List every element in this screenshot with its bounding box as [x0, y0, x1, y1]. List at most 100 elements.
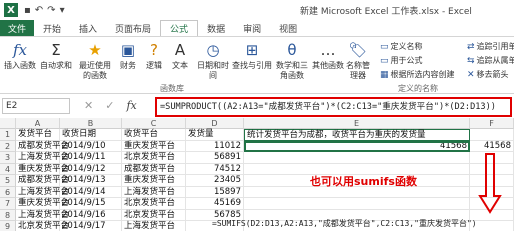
recent-functions-button[interactable]: ★ 最近使用的函数	[76, 39, 114, 81]
table-cell[interactable]: 北京发货平台	[122, 152, 186, 164]
financial-button[interactable]: ▣ 财务	[118, 39, 138, 71]
column-header-f[interactable]: F	[470, 118, 514, 129]
table-cell[interactable]: 23405	[186, 175, 244, 187]
create-from-selection-icon: ▦	[380, 69, 389, 80]
column-header-b[interactable]: B	[60, 118, 122, 129]
table-cell[interactable]: 发货量	[186, 129, 244, 141]
table-cell[interactable]: 成都发货平台	[16, 140, 69, 152]
tab-formulas[interactable]: 公式	[160, 20, 199, 36]
book-icon: ▣	[120, 41, 136, 59]
table-cell[interactable]: 45169	[186, 198, 244, 210]
tab-data[interactable]: 数据	[198, 20, 234, 36]
row-header[interactable]: 1	[0, 129, 16, 141]
row-header[interactable]: 7	[0, 198, 16, 210]
financial-label: 财务	[120, 61, 136, 70]
logical-button[interactable]: ? 逻辑	[144, 39, 164, 71]
table-cell[interactable]: 发货平台	[16, 129, 60, 141]
table-cell[interactable]: 北京发货平台	[16, 221, 69, 231]
table-cell[interactable]: 重庆发货平台	[122, 175, 186, 187]
table-cell[interactable]: 重庆发货平台	[16, 198, 69, 210]
active-cell[interactable]: 41568	[244, 140, 470, 152]
table-cell[interactable]	[244, 198, 470, 210]
table-cell[interactable]: 11012	[186, 140, 244, 152]
insert-function-button[interactable]: fx 插入函数	[4, 39, 36, 71]
autosum-button[interactable]: Σ 自动求和	[40, 39, 72, 71]
table-cell[interactable]: 15897	[186, 186, 244, 198]
lookup-button[interactable]: ⊞ 查找与引用	[232, 39, 272, 71]
define-name-button[interactable]: ▭ 定义名称	[380, 41, 423, 52]
ribbon-tabs: 文件 开始 插入 页面布局 公式 数据 审阅 视图	[0, 20, 514, 36]
table-cell[interactable]	[470, 129, 514, 141]
down-arrow-icon	[478, 153, 502, 214]
column-header-a[interactable]: A	[16, 118, 60, 129]
customize-icon[interactable]: ▾	[60, 5, 65, 16]
tab-file[interactable]: 文件	[0, 20, 34, 36]
redo-icon[interactable]: ↷	[47, 5, 55, 16]
datetime-button[interactable]: ◷ 日期和时间	[196, 39, 230, 81]
table-cell[interactable]: 成都发货平台	[16, 175, 69, 187]
name-box[interactable]: E2	[2, 98, 70, 114]
name-manager-button[interactable]: 🏷 名称管理器	[340, 39, 376, 81]
row-header[interactable]: 5	[0, 175, 16, 187]
table-cell[interactable]: 2014/9/16	[60, 209, 122, 221]
table-cell[interactable]: 56891	[186, 152, 244, 164]
tab-page-layout[interactable]: 页面布局	[106, 20, 160, 36]
table-cell[interactable]: 统计发货平台为成都，收货平台为重庆的发货量	[244, 129, 470, 141]
sumifs-formula-text: =SUMIFS(D2:D13,A2:A13,"成都发货平台",C2:C13,"重…	[212, 219, 477, 228]
excel-logo-icon: X	[4, 3, 18, 17]
table-cell[interactable]: 上海发货平台	[16, 152, 69, 164]
table-cell[interactable]: 上海发货平台	[122, 186, 186, 198]
column-header-d[interactable]: D	[186, 118, 244, 129]
trace-dependents-button[interactable]: ⇆ 追踪从属单	[467, 55, 514, 66]
text-label: 文本	[172, 61, 188, 70]
table-cell[interactable]: 上海发货平台	[16, 209, 69, 221]
tab-insert[interactable]: 插入	[70, 20, 106, 36]
formula-input[interactable]: =SUMPRODUCT((A2:A13="成都发货平台")*(C2:C13="重…	[155, 97, 512, 117]
table-cell[interactable]: 收货日期	[60, 129, 122, 141]
table-cell[interactable]: 成都发货平台	[122, 163, 186, 175]
tab-home[interactable]: 开始	[34, 20, 70, 36]
table-cell[interactable]	[244, 152, 470, 164]
trace-precedents-button[interactable]: ⇄ 追踪引用单	[467, 41, 514, 52]
table-cell[interactable]: 2014/9/15	[60, 198, 122, 210]
table-cell[interactable]: 2014/9/13	[60, 175, 122, 187]
tab-view[interactable]: 视图	[270, 20, 306, 36]
worksheet-grid[interactable]: A B C D E F 1 发货平台 收货日期 收货平台 发货量 统计发货平台为成都，收货平台为重庆的…	[0, 118, 514, 231]
math-button[interactable]: θ 数学和三角函数	[274, 39, 310, 81]
table-cell[interactable]: 2014/9/17	[60, 221, 122, 231]
undo-icon[interactable]: ↶	[35, 5, 43, 16]
row-header[interactable]: 8	[0, 209, 16, 221]
table-cell[interactable]: 41568	[470, 140, 514, 152]
row-header[interactable]: 3	[0, 152, 16, 164]
table-cell[interactable]: 74512	[186, 163, 244, 175]
table-cell[interactable]: 2014/9/14	[60, 186, 122, 198]
fx-icon[interactable]: fx	[126, 99, 136, 112]
select-all-corner[interactable]	[0, 118, 16, 129]
recent-functions-label: 最近使用的函数	[79, 61, 111, 80]
table-cell[interactable]: 上海发货平台	[16, 186, 69, 198]
table-cell[interactable]: 上海发货平台	[122, 221, 186, 231]
table-cell[interactable]: 2014/9/12	[60, 163, 122, 175]
table-cell[interactable]: 2014/9/11	[60, 152, 122, 164]
row-header[interactable]: 9	[0, 221, 16, 231]
save-icon[interactable]: ▪	[24, 5, 31, 16]
column-header-e[interactable]: E	[244, 118, 470, 129]
table-cell[interactable]: 2014/9/10	[60, 140, 122, 152]
column-header-c[interactable]: C	[122, 118, 186, 129]
create-from-selection-button[interactable]: ▦ 根据所选内容创建	[380, 69, 455, 80]
table-cell[interactable]: 重庆发货平台	[122, 140, 186, 152]
row-header[interactable]: 4	[0, 163, 16, 175]
tab-review[interactable]: 审阅	[234, 20, 270, 36]
use-in-formula-button[interactable]: ▭ 用于公式	[380, 55, 423, 66]
row-header[interactable]: 6	[0, 186, 16, 198]
table-cell[interactable]: 北京发货平台	[122, 209, 186, 221]
table-cell[interactable]: 收货平台	[122, 129, 186, 141]
table-cell[interactable]: 重庆发货平台	[16, 163, 69, 175]
text-button[interactable]: A 文本	[170, 39, 190, 71]
cancel-icon[interactable]: ✕	[84, 99, 93, 112]
row-header[interactable]: 2	[0, 140, 16, 152]
remove-arrows-button[interactable]: ✕ 移去箭头	[467, 69, 509, 80]
enter-icon[interactable]: ✓	[105, 99, 114, 112]
table-cell[interactable]: 北京发货平台	[122, 198, 186, 210]
insert-function-label: 插入函数	[4, 61, 36, 70]
